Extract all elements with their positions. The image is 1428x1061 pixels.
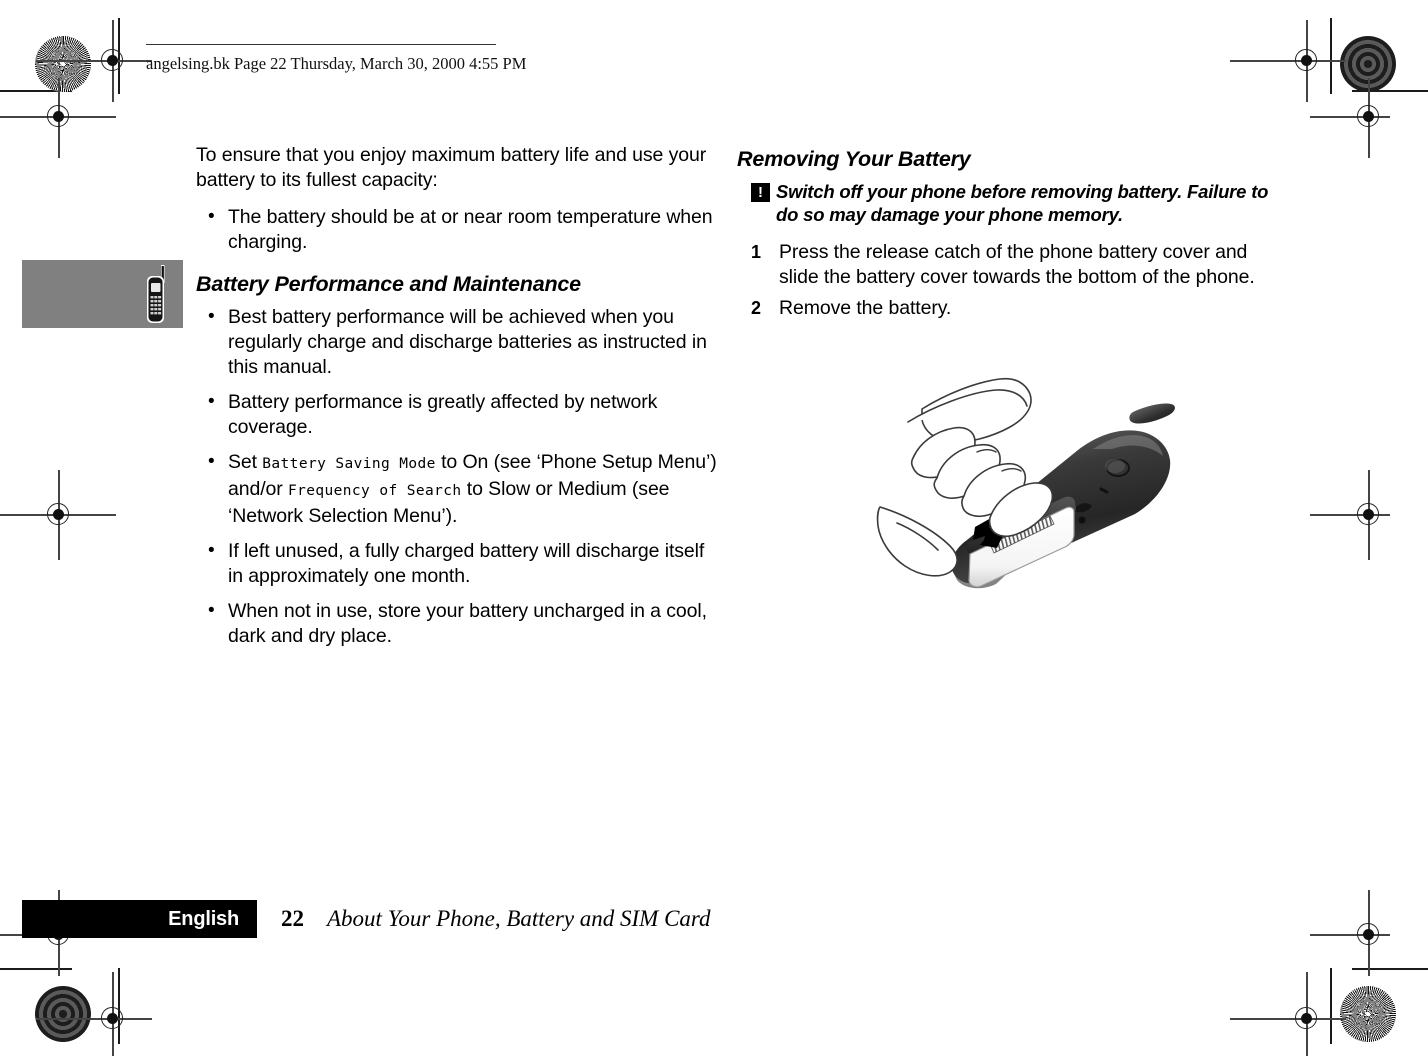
intro-bullet-list: The battery should be at or near room te… <box>196 204 724 255</box>
rosette-dark-top-right <box>1340 36 1396 92</box>
crop-line-left-top-horizontal <box>0 90 72 92</box>
registration-mark-mid-left <box>0 470 116 560</box>
registration-mark-bottom-left <box>36 972 152 1056</box>
section-heading-battery-performance: Battery Performance and Maintenance <box>196 272 581 296</box>
mobile-phone-icon <box>147 265 165 323</box>
crop-line-bottom-left-vertical <box>118 968 120 1044</box>
language-tab-bar: English <box>22 900 257 938</box>
list-item: When not in use, store your battery unch… <box>196 598 724 649</box>
crop-line-top-left-vertical <box>118 18 120 94</box>
battery-performance-bullet-list: Best battery performance will be achieve… <box>196 304 724 649</box>
registration-mark-lower-right-inner <box>1310 890 1390 976</box>
crop-line-bottom-right-vertical <box>1330 968 1332 1044</box>
list-item: 2 Remove the battery. <box>737 296 1282 321</box>
registration-mark-mid-right <box>1310 470 1390 560</box>
list-item: The battery should be at or near room te… <box>196 204 724 255</box>
slug-underline <box>146 44 496 45</box>
list-item: Best battery performance will be achieve… <box>196 304 724 380</box>
warning-text: Switch off your phone before removing ba… <box>776 181 1269 225</box>
hand-removing-battery-cover-illustration <box>850 332 1195 602</box>
warning-exclamation-icon: ! <box>751 183 770 202</box>
registration-mark-upper-left-inner <box>0 78 116 158</box>
step-number: 2 <box>751 298 761 318</box>
crop-line-top-right-vertical <box>1330 18 1332 94</box>
registration-mark-bottom-right <box>1230 972 1346 1056</box>
crop-line-left-bottom-horizontal <box>0 968 72 970</box>
step-text: Remove the battery. <box>779 297 952 319</box>
list-item: If left unused, a fully charged battery … <box>196 538 724 589</box>
intro-paragraph: To ensure that you enjoy maximum battery… <box>196 144 707 191</box>
right-text-column: Removing Your Battery ! Switch off your … <box>737 146 1282 327</box>
rosette-star-bottom-right <box>1340 986 1396 1042</box>
inline-menu-term: Frequency of Search <box>288 483 462 499</box>
crop-line-right-top-horizontal <box>1352 90 1428 92</box>
inline-menu-term: Battery Saving Mode <box>262 456 436 472</box>
running-title: About Your Phone, Battery and SIM Card <box>327 906 711 931</box>
registration-mark-top-right <box>1230 20 1346 102</box>
page-number: 22 <box>281 906 304 931</box>
left-text-column: To ensure that you enjoy maximum battery… <box>196 143 724 659</box>
list-item: Battery performance is greatly affected … <box>196 389 724 440</box>
registration-mark-upper-right-inner <box>1310 78 1390 158</box>
crop-line-right-bottom-horizontal <box>1352 968 1428 970</box>
registration-mark-top-left <box>36 20 152 102</box>
margin-icon-box <box>22 260 183 328</box>
rosette-dark-bottom-left <box>35 986 91 1042</box>
step-text: Press the release catch of the phone bat… <box>779 241 1255 288</box>
list-item: Set Battery Saving Mode to On (see ‘Phon… <box>196 449 724 529</box>
step-number: 1 <box>751 242 761 262</box>
rosette-star-top-left <box>35 36 91 92</box>
removal-steps-list: 1 Press the release catch of the phone ba… <box>737 240 1282 321</box>
list-item: 1 Press the release catch of the phone ba… <box>737 240 1282 290</box>
language-label: English <box>168 907 239 930</box>
warning-callout: ! Switch off your phone before removing … <box>737 180 1282 226</box>
page-slug-line: angelsing.bk Page 22 Thursday, March 30,… <box>146 54 527 73</box>
section-heading-removing-battery: Removing Your Battery <box>737 147 971 171</box>
